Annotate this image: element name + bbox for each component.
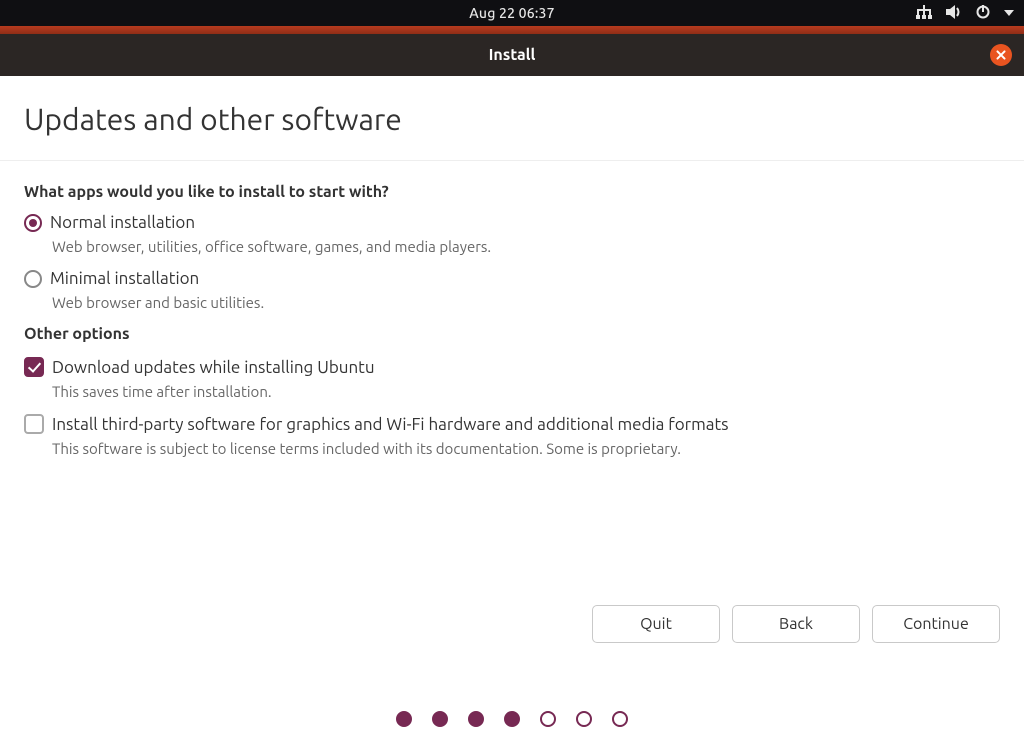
other-options-heading: Other options <box>24 325 1000 343</box>
option-minimal-desc: Web browser and basic utilities. <box>52 294 1000 311</box>
divider <box>0 160 1024 161</box>
option-thirdparty-label[interactable]: Install third-party software for graphic… <box>52 415 729 434</box>
page-content: Updates and other software What apps wou… <box>0 76 1024 457</box>
progress-dot-4 <box>504 711 520 727</box>
power-icon[interactable] <box>976 5 990 22</box>
progress-dot-5 <box>540 711 556 727</box>
clock: Aug 22 06:37 <box>469 5 554 21</box>
progress-dot-3 <box>468 711 484 727</box>
continue-button[interactable]: Continue <box>872 605 1000 643</box>
option-normal-desc: Web browser, utilities, office software,… <box>52 238 1000 255</box>
back-button[interactable]: Back <box>732 605 860 643</box>
window-title: Install <box>489 46 536 64</box>
network-icon[interactable] <box>916 5 932 22</box>
checkbox-third-party[interactable] <box>24 414 44 434</box>
radio-minimal-installation[interactable] <box>24 270 42 288</box>
option-minimal-label[interactable]: Minimal installation <box>50 269 199 288</box>
window-title-bar: Install <box>0 34 1024 76</box>
clock-text: Aug 22 06:37 <box>469 5 554 21</box>
progress-dot-6 <box>576 711 592 727</box>
option-thirdparty-group: Install third-party software for graphic… <box>24 414 1000 457</box>
checkbox-download-updates[interactable] <box>24 357 44 377</box>
accent-bar <box>0 26 1024 34</box>
progress-dot-1 <box>396 711 412 727</box>
close-button[interactable] <box>990 44 1012 66</box>
progress-dot-2 <box>432 711 448 727</box>
option-updates-label[interactable]: Download updates while installing Ubuntu <box>52 358 375 377</box>
radio-normal-installation[interactable] <box>24 214 42 232</box>
apps-question: What apps would you like to install to s… <box>24 183 1000 201</box>
progress-dots <box>396 711 628 727</box>
option-normal-label[interactable]: Normal installation <box>50 213 195 232</box>
page-heading: Updates and other software <box>24 102 1000 136</box>
system-indicators[interactable] <box>916 5 1014 22</box>
volume-icon[interactable] <box>946 5 962 22</box>
quit-button[interactable]: Quit <box>592 605 720 643</box>
footer-buttons: Quit Back Continue <box>592 605 1000 643</box>
option-minimal-group: Minimal installation Web browser and bas… <box>24 269 1000 311</box>
option-updates-desc: This saves time after installation. <box>52 383 1000 400</box>
option-thirdparty-desc: This software is subject to license term… <box>52 440 1000 457</box>
option-normal-group: Normal installation Web browser, utiliti… <box>24 213 1000 255</box>
chevron-down-icon[interactable] <box>1004 10 1014 16</box>
option-updates-group: Download updates while installing Ubuntu… <box>24 357 1000 400</box>
system-top-bar: Aug 22 06:37 <box>0 0 1024 26</box>
progress-dot-7 <box>612 711 628 727</box>
